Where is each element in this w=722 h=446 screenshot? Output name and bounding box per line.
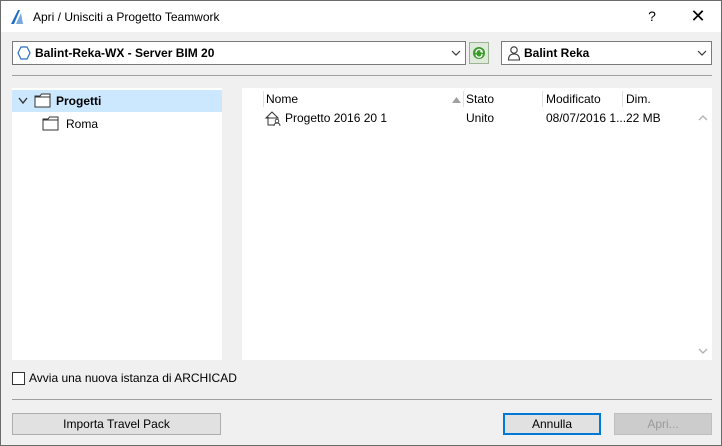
server-label: Balint-Reka-WX - Server BIM 20 — [35, 46, 215, 60]
project-tree[interactable]: Progetti Roma — [12, 88, 222, 360]
project-status: Unito — [466, 111, 495, 125]
column-divider — [463, 91, 464, 107]
divider — [12, 399, 712, 400]
project-name: Progetto 2016 20 1 — [285, 111, 388, 125]
tree-item-label: Roma — [66, 117, 99, 131]
chevron-down-icon — [451, 50, 461, 56]
new-instance-checkbox[interactable] — [12, 372, 25, 385]
teamwork-project-icon — [264, 111, 281, 127]
tree-item-label: Progetti — [56, 94, 102, 108]
refresh-button[interactable] — [469, 42, 489, 64]
open-button[interactable]: Apri... — [614, 413, 712, 435]
project-size: 22 MB — [626, 111, 661, 125]
divider — [12, 75, 712, 76]
window-title: Apri / Unisciti a Progetto Teamwork — [33, 10, 220, 24]
title-bar: Apri / Unisciti a Progetto Teamwork ? ✕ — [1, 1, 721, 32]
chevron-down-icon[interactable] — [18, 97, 28, 105]
column-divider — [622, 91, 623, 107]
column-header-status[interactable]: Stato — [466, 92, 494, 106]
scroll-up-icon[interactable] — [698, 114, 708, 122]
column-divider — [263, 91, 264, 107]
scroll-down-icon[interactable] — [698, 347, 708, 355]
archicad-logo-icon — [11, 10, 23, 24]
teamwork-dialog: Apri / Unisciti a Progetto Teamwork ? ✕ … — [0, 0, 722, 446]
folder-icon — [42, 116, 59, 131]
column-header-size[interactable]: Dim. — [626, 92, 651, 106]
column-divider — [542, 91, 543, 107]
server-dropdown[interactable]: Balint-Reka-WX - Server BIM 20 — [12, 41, 466, 65]
column-header-modified[interactable]: Modificato — [546, 92, 601, 106]
import-travel-pack-button[interactable]: Importa Travel Pack — [12, 413, 221, 435]
close-button[interactable]: ✕ — [675, 1, 721, 32]
column-header-name[interactable]: Nome — [266, 92, 298, 106]
user-icon — [507, 46, 521, 61]
project-list[interactable]: Nome Stato Modificato Dim. Progetto 2016… — [242, 88, 712, 360]
chevron-down-icon — [697, 50, 707, 56]
help-button[interactable]: ? — [629, 1, 675, 32]
folder-icon — [34, 93, 51, 108]
table-row[interactable]: Progetto 2016 20 1 Unito 08/07/2016 1...… — [242, 108, 694, 128]
server-icon — [17, 46, 31, 60]
sort-ascending-icon — [452, 97, 461, 103]
user-dropdown[interactable]: Balint Reka — [501, 41, 712, 65]
tree-item-progetti[interactable]: Progetti — [12, 90, 222, 112]
cancel-button[interactable]: Annulla — [503, 413, 601, 435]
refresh-icon — [473, 47, 485, 59]
new-instance-label[interactable]: Avvia una nuova istanza di ARCHICAD — [29, 371, 237, 385]
tree-item-roma[interactable]: Roma — [12, 113, 222, 135]
project-modified: 08/07/2016 1... — [546, 111, 627, 125]
user-label: Balint Reka — [524, 46, 590, 60]
